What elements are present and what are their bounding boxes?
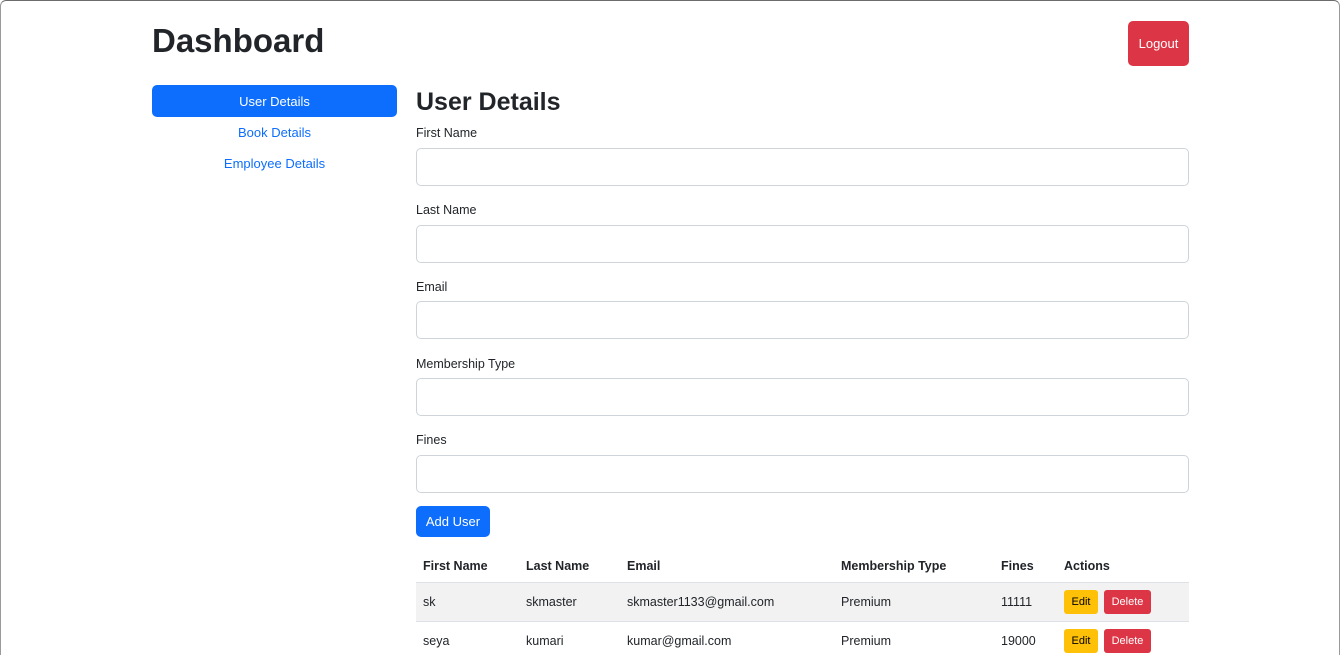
column-header-last-name: Last Name xyxy=(519,551,620,583)
cell-email: skmaster1133@gmail.com xyxy=(620,582,834,622)
cell-fines: 11111 xyxy=(994,582,1057,622)
cell-actions: Edit Delete xyxy=(1057,621,1189,655)
row-actions: Edit Delete xyxy=(1064,589,1182,614)
fines-input[interactable] xyxy=(416,455,1189,493)
column-header-email: Email xyxy=(620,551,834,583)
first-name-input[interactable] xyxy=(416,148,1189,186)
cell-first-name: sk xyxy=(416,582,519,622)
cell-membership-type: Premium xyxy=(834,582,994,622)
first-name-label: First Name xyxy=(416,126,478,140)
sidebar-item-label: Book Details xyxy=(238,125,311,140)
table-header-row: First Name Last Name Email Membership Ty… xyxy=(416,551,1189,583)
cell-fines: 19000 xyxy=(994,621,1057,655)
last-name-label: Last Name xyxy=(416,203,477,217)
membership-type-label: Membership Type xyxy=(416,357,516,371)
column-header-fines: Fines xyxy=(994,551,1057,583)
edit-button[interactable]: Edit xyxy=(1064,628,1098,653)
sidebar-item-label: Employee Details xyxy=(223,156,326,171)
last-name-input[interactable] xyxy=(416,225,1189,263)
membership-type-input[interactable] xyxy=(416,378,1189,416)
delete-button[interactable]: Delete xyxy=(1104,628,1151,653)
sidebar-item-user-details[interactable]: User Details xyxy=(152,85,397,117)
section-title: User Details xyxy=(416,88,561,116)
app-window: Dashboard Logout User Details Book Detai… xyxy=(0,0,1340,655)
cell-email: kumar@gmail.com xyxy=(620,621,834,655)
column-header-membership-type: Membership Type xyxy=(834,551,994,583)
logout-button[interactable]: Logout xyxy=(1128,21,1189,66)
cell-membership-type: Premium xyxy=(834,621,994,655)
table-row: sk skmaster skmaster1133@gmail.com Premi… xyxy=(416,582,1189,622)
users-table: First Name Last Name Email Membership Ty… xyxy=(416,551,1189,655)
column-header-actions: Actions xyxy=(1057,551,1189,583)
column-header-first-name: First Name xyxy=(416,551,519,583)
sidebar-item-employee-details[interactable]: Employee Details xyxy=(152,148,397,179)
edit-button[interactable]: Edit xyxy=(1064,589,1098,614)
table-row: seya kumari kumar@gmail.com Premium 1900… xyxy=(416,621,1189,655)
add-user-button[interactable]: Add User xyxy=(416,506,490,537)
cell-first-name: seya xyxy=(416,621,519,655)
cell-actions: Edit Delete xyxy=(1057,582,1189,622)
email-input[interactable] xyxy=(416,301,1189,339)
cell-last-name: skmaster xyxy=(519,582,620,622)
sidebar: User Details Book Details Employee Detai… xyxy=(152,85,397,179)
sidebar-item-label: User Details xyxy=(239,93,310,109)
fines-label: Fines xyxy=(416,433,447,447)
page-title: Dashboard xyxy=(152,22,325,59)
cell-last-name: kumari xyxy=(519,621,620,655)
email-label: Email xyxy=(416,280,448,294)
row-actions: Edit Delete xyxy=(1064,628,1182,653)
sidebar-item-book-details[interactable]: Book Details xyxy=(152,117,397,148)
delete-button[interactable]: Delete xyxy=(1104,589,1151,614)
